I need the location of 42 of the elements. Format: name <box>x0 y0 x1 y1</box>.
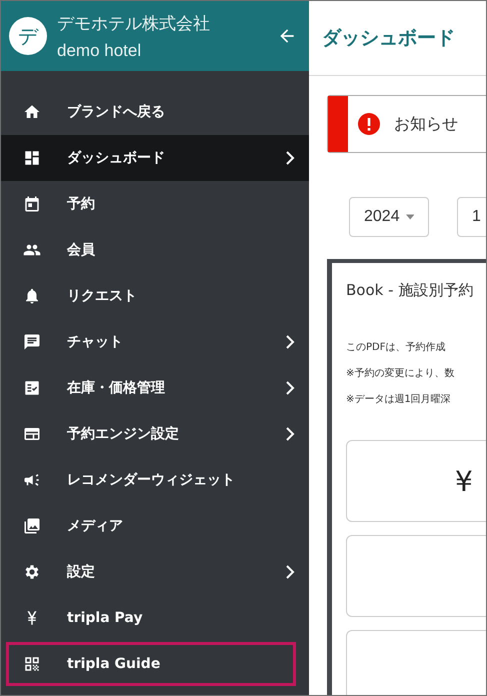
sidebar-item[interactable]: ダッシュボード <box>1 135 309 181</box>
chevron-right-icon <box>285 380 295 396</box>
gear-icon <box>23 563 41 581</box>
sidebar-item[interactable]: ブランドへ戻る <box>1 89 309 135</box>
report-note: ※予約の変更により、数 <box>346 366 456 380</box>
sidebar-item[interactable]: リクエスト <box>1 273 309 319</box>
stat-value: ¥ <box>455 464 473 498</box>
sidebar-item[interactable]: 在庫・価格管理 <box>1 365 309 411</box>
sidebar-item[interactable]: 会員 <box>1 227 309 273</box>
calendar-icon <box>23 195 41 213</box>
layout-icon <box>23 425 41 443</box>
year-month-select[interactable]: 1 <box>457 197 486 237</box>
sidebar-item[interactable]: 予約エンジン設定 <box>1 411 309 457</box>
home-icon <box>23 103 41 121</box>
report-note: このPDFは、予約作成 <box>346 340 446 354</box>
sidebar-item[interactable]: tripla Pay <box>1 595 309 641</box>
company-name: デモホテル株式会社 <box>57 12 211 34</box>
year-month-select[interactable]: 2024 <box>349 197 429 237</box>
bell-icon <box>23 287 41 305</box>
alert-icon <box>358 113 380 135</box>
sidebar-item[interactable]: チャット <box>1 319 309 365</box>
image-icon <box>23 517 41 535</box>
chevron-right-icon <box>285 564 295 580</box>
report-title: Book - 施設別予約 <box>346 281 474 300</box>
sidebar-item[interactable]: メディア <box>1 503 309 549</box>
avatar: デ <box>9 17 47 55</box>
caret-down-icon <box>406 214 414 220</box>
chat-icon <box>23 333 41 351</box>
notice-banner[interactable]: お知らせ <box>327 95 486 153</box>
chevron-right-icon <box>285 334 295 350</box>
sidebar-item[interactable]: 設定 <box>1 549 309 595</box>
sidebar-item[interactable]: tripla Guide <box>5 641 297 687</box>
qr-code-icon <box>23 655 41 673</box>
checklist-icon <box>23 379 41 397</box>
sidebar-item[interactable]: レコメンダーウィジェット <box>1 457 309 503</box>
chevron-right-icon <box>285 426 295 442</box>
page-title: ダッシュボード <box>322 26 455 51</box>
hotel-name: demo hotel <box>57 40 142 60</box>
chevron-right-icon <box>285 150 295 166</box>
dashboard-icon <box>23 149 41 167</box>
sidebar-item[interactable]: 予約 <box>1 181 309 227</box>
report-note: ※データは週1回月曜深 <box>346 393 452 406</box>
